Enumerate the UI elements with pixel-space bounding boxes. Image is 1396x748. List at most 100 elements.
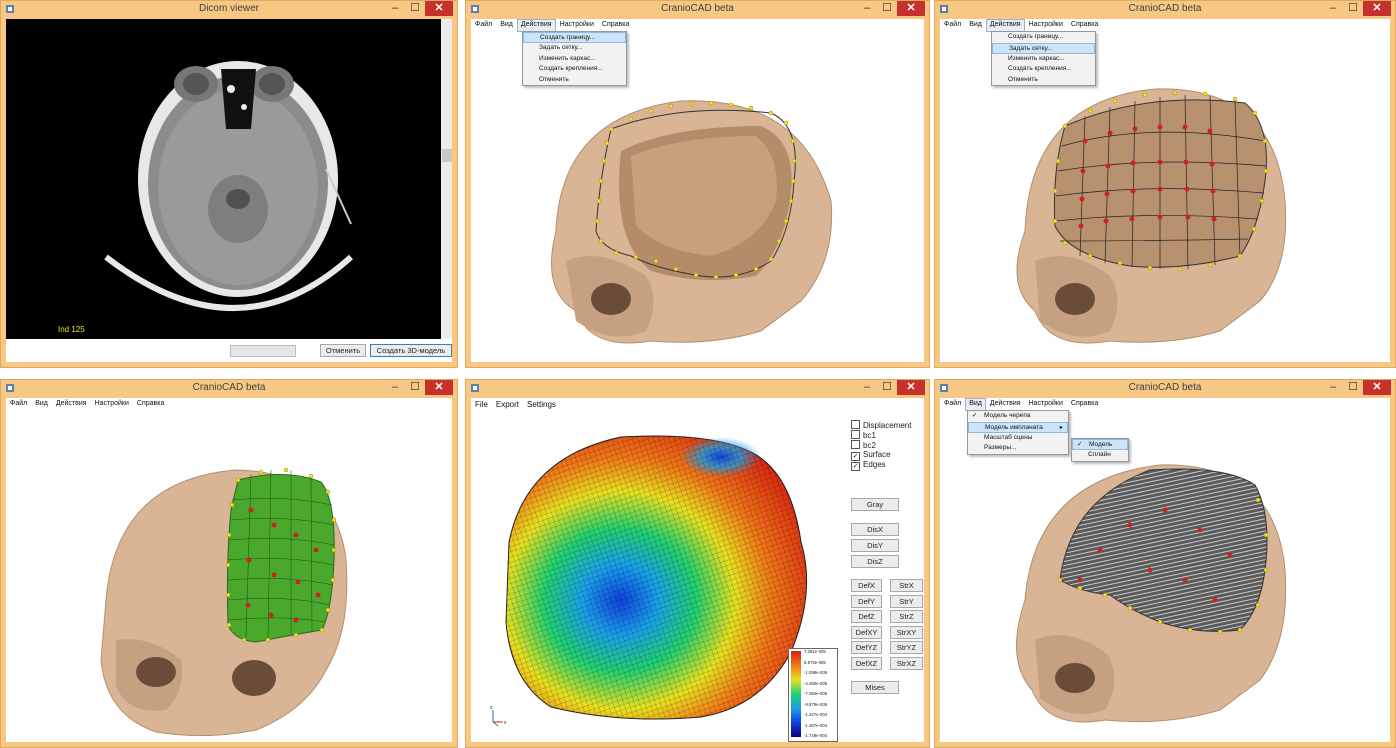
defyz-button[interactable]: DefYZ xyxy=(851,641,882,654)
strxz-button[interactable]: StrXZ xyxy=(890,656,923,670)
checkbox-box[interactable] xyxy=(851,440,860,449)
close-icon[interactable]: ✕ xyxy=(425,1,453,16)
menu-actions[interactable]: Действия xyxy=(52,398,91,410)
menu-item-skull-model[interactable]: ✓ Модель черепа xyxy=(968,411,1068,422)
strx-button[interactable]: StrX xyxy=(890,579,923,592)
menu-help[interactable]: Справка xyxy=(598,19,633,31)
minimize-icon[interactable]: – xyxy=(857,380,877,395)
title-bar[interactable]: CranioCAD beta – ☐ ✕ xyxy=(1,380,457,398)
scrollbar-thumb[interactable] xyxy=(442,149,452,162)
checkbox-box[interactable] xyxy=(851,430,860,439)
menu-export[interactable]: Export xyxy=(492,398,523,410)
checkbox-displacement[interactable]: Displacement xyxy=(851,420,911,430)
menu-item-edit-frame[interactable]: Изменить каркас... xyxy=(992,54,1095,65)
submenu-item-spline[interactable]: Сплайн xyxy=(1072,450,1128,461)
actions-dropdown: Создать границу... Задать сетку... Измен… xyxy=(522,31,627,86)
close-icon[interactable]: ✕ xyxy=(897,380,925,395)
close-icon[interactable]: ✕ xyxy=(1363,380,1391,395)
menu-item-dimensions[interactable]: Размеры... xyxy=(968,443,1068,454)
menu-file[interactable]: Файл xyxy=(471,19,496,31)
legend-value: -4.480e-005 xyxy=(804,680,828,686)
checkbox-box[interactable] xyxy=(851,420,860,429)
maximize-icon[interactable]: ☐ xyxy=(877,1,897,16)
menu-settings[interactable]: Настройки xyxy=(1025,19,1067,31)
defy-button[interactable]: DefY xyxy=(851,594,882,608)
gray-button[interactable]: Gray xyxy=(851,498,899,511)
close-icon[interactable]: ✕ xyxy=(425,380,453,395)
menu-item-set-mesh[interactable]: Задать сетку... xyxy=(992,42,1095,54)
submenu-item-model[interactable]: ✓ Модель xyxy=(1072,439,1128,450)
craniocad-client: Файл Вид Действия Настройки Справка Создать … xyxy=(940,19,1390,362)
menu-item-create-fasteners[interactable]: Создать крепления... xyxy=(523,64,626,75)
menu-item-create-border[interactable]: Создать границу... xyxy=(992,32,1095,43)
menu-item-undo[interactable]: Отменить xyxy=(992,75,1095,86)
defxz-button[interactable]: DefXZ xyxy=(851,656,882,670)
color-legend: 7.281e-005 5.973e-005 -1.098e-005 -4.480e-0… xyxy=(788,648,838,742)
menu-settings[interactable]: Настройки xyxy=(1025,398,1067,410)
defz-button[interactable]: DefZ xyxy=(851,610,882,623)
menu-settings[interactable]: Настройки xyxy=(91,398,133,410)
checkbox-box[interactable]: ✓ xyxy=(851,462,860,471)
menu-actions[interactable]: Действия xyxy=(986,398,1025,410)
defx-button[interactable]: DefX xyxy=(851,579,882,592)
checkbox-surface[interactable]: ✓ Surface xyxy=(851,450,891,461)
menu-settings[interactable]: Settings xyxy=(523,398,560,410)
menu-settings[interactable]: Настройки xyxy=(556,19,598,31)
minimize-icon[interactable]: – xyxy=(1323,380,1343,395)
create-3d-model-button[interactable]: Создать 3D-модель xyxy=(370,344,452,357)
maximize-icon[interactable]: ☐ xyxy=(877,380,897,395)
menu-view[interactable]: Вид xyxy=(31,398,52,410)
control-panel: Displacement bc1 bc2 ✓ Surface ✓ Edges Gray Mi… xyxy=(843,412,924,742)
maximize-icon[interactable]: ☐ xyxy=(405,380,425,395)
menu-view[interactable]: Вид xyxy=(496,19,517,31)
menu-help[interactable]: Справка xyxy=(133,398,168,410)
minimize-icon[interactable]: – xyxy=(385,380,405,395)
title-bar[interactable]: CranioCAD beta – ☐ ✕ xyxy=(935,1,1395,19)
checkbox-edges[interactable]: ✓ Edges xyxy=(851,460,886,471)
stryz-button[interactable]: StrYZ xyxy=(890,641,923,654)
maximize-icon[interactable]: ☐ xyxy=(1343,1,1363,16)
checkbox-bc1[interactable]: bc1 xyxy=(851,430,876,440)
menu-help[interactable]: Справка xyxy=(1067,19,1102,31)
menu-file[interactable]: Файл xyxy=(940,398,965,410)
legend-value: 7.281e-005 xyxy=(804,649,826,654)
3d-viewport[interactable] xyxy=(940,410,1390,742)
mises-button[interactable]: Mises xyxy=(851,681,899,694)
menu-file[interactable]: Файл xyxy=(940,19,965,31)
minimize-icon[interactable]: – xyxy=(385,1,405,16)
menu-bar: Файл Вид Действия Настройки Справка xyxy=(940,398,1390,411)
minimize-icon[interactable]: – xyxy=(1323,1,1343,16)
title-bar[interactable]: Dicom viewer – ☐ ✕ xyxy=(1,1,457,19)
disx-button[interactable]: DisX xyxy=(851,523,899,536)
3d-viewport[interactable] xyxy=(6,410,452,742)
vertical-scrollbar[interactable] xyxy=(441,19,452,339)
disy-button[interactable]: DisY xyxy=(851,539,899,552)
menu-item-edit-frame[interactable]: Изменить каркас... xyxy=(523,54,626,65)
close-icon[interactable]: ✕ xyxy=(897,1,925,16)
title-bar[interactable]: – ☐ ✕ xyxy=(466,380,929,398)
cancel-button[interactable]: Отменить xyxy=(320,344,366,357)
stry-button[interactable]: StrY xyxy=(890,594,923,608)
menu-item-set-mesh[interactable]: Задать сетку... xyxy=(523,43,626,54)
menu-item-create-border[interactable]: Создать границу... xyxy=(523,32,626,43)
title-bar[interactable]: CranioCAD beta – ☐ ✕ xyxy=(935,380,1395,398)
strz-button[interactable]: StrZ xyxy=(890,610,923,623)
maximize-icon[interactable]: ☐ xyxy=(1343,380,1363,395)
title-bar[interactable]: CranioCAD beta – ☐ ✕ xyxy=(466,1,929,19)
menu-help[interactable]: Справка xyxy=(1067,398,1102,410)
menu-item-scene-scale[interactable]: Масштаб сцены xyxy=(968,433,1068,444)
menu-file[interactable]: Файл xyxy=(6,398,31,410)
menu-item-undo[interactable]: Отменить xyxy=(523,75,626,86)
maximize-icon[interactable]: ☐ xyxy=(405,1,425,16)
checkbox-bc2[interactable]: bc2 xyxy=(851,440,876,450)
fea-viewport[interactable]: z x 7.281e-005 5.973e-005 -1.098e-005 -4.48… xyxy=(471,412,843,742)
menu-view[interactable]: Вид xyxy=(965,19,986,31)
disz-button[interactable]: DisZ xyxy=(851,555,899,568)
menu-file[interactable]: File xyxy=(471,398,492,410)
close-icon[interactable]: ✕ xyxy=(1363,1,1391,16)
menu-item-create-fasteners[interactable]: Создать крепления... xyxy=(992,64,1095,75)
minimize-icon[interactable]: – xyxy=(857,1,877,16)
strxy-button[interactable]: StrXY xyxy=(890,625,923,639)
defxy-button[interactable]: DefXY xyxy=(851,625,882,639)
menu-item-implant-model[interactable]: Модель импланата ▸ xyxy=(968,421,1068,433)
